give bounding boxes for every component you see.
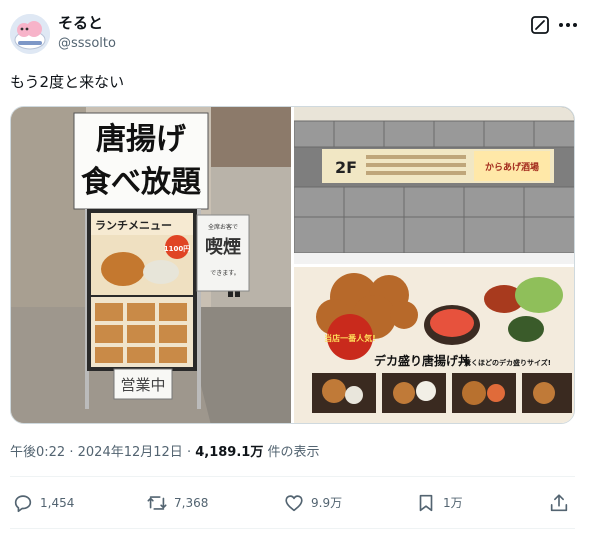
media-grid: 唐揚げ 食べ放題 ランチメニュー 1100円 全席お客で 喫煙 できます。 営業… (10, 106, 575, 424)
tweet-meta: 午後0:22 · 2024年12月12日 · 4,189.1万 件の表示 (10, 445, 319, 461)
display-name[interactable]: そると (58, 14, 103, 32)
share-icon (550, 494, 568, 512)
poster-title: デカ盛り唐揚げ丼 (374, 353, 470, 368)
stair-shop: からあげ酒場 (485, 161, 539, 173)
poster-subtitle: 驚くほどのデカ盛りサイズ! (463, 358, 551, 367)
view-label: 件の表示 (267, 445, 320, 460)
heart-icon (285, 495, 303, 512)
like-count: 9.9万 (311, 496, 343, 510)
like-button[interactable]: 9.9万 (283, 490, 342, 516)
more-icon[interactable] (557, 15, 579, 35)
meta-separator: · (69, 445, 74, 460)
bookmark-button[interactable]: 1万 (415, 490, 463, 516)
smoking-board-bottom: できます。 (210, 270, 239, 277)
tweet-text: もう2度と来ない (10, 73, 125, 91)
bookmark-count: 1万 (443, 496, 463, 510)
poster-badge: 当店一番人気! (324, 333, 376, 343)
repost-count: 7,368 (174, 496, 209, 510)
tweet-time[interactable]: 午後0:22 (10, 445, 65, 460)
menu-price: 1100円 (164, 245, 190, 253)
menu-heading: ランチメニュー (95, 219, 172, 232)
bookmark-icon (419, 494, 433, 512)
street-sign-photo[interactable]: 唐揚げ 食べ放題 ランチメニュー 1100円 全席お客で 喫煙 できます。 営業… (11, 107, 291, 423)
stair-sign-photo[interactable]: 2F からあげ酒場 (294, 107, 574, 264)
repost-icon (147, 496, 167, 510)
avatar[interactable] (10, 14, 50, 54)
grok-icon[interactable] (530, 15, 550, 35)
divider (10, 528, 575, 529)
sign-title-2: 食べ放題 (81, 165, 201, 200)
tweet-header: そると @sssolto (0, 0, 590, 60)
smoking-board-text: 喫煙 (205, 236, 241, 258)
reply-button[interactable]: 1,454 (12, 490, 74, 516)
open-sign: 営業中 (120, 376, 165, 394)
karaage-bowl-poster-photo[interactable]: 当店一番人気! デカ盛り唐揚げ丼 驚くほどのデカ盛りサイズ! (294, 267, 574, 423)
view-count: 4,189.1万 (195, 445, 264, 460)
user-handle[interactable]: @sssolto (58, 36, 116, 52)
stair-floor: 2F (335, 158, 357, 177)
reply-icon (14, 495, 32, 513)
reply-count: 1,454 (40, 496, 75, 510)
meta-separator: · (186, 445, 192, 460)
sign-title-1: 唐揚げ (96, 122, 187, 157)
smoking-board-top: 全席お客で (208, 223, 238, 231)
share-button[interactable] (548, 490, 570, 516)
repost-button[interactable]: 7,368 (146, 490, 208, 516)
divider (10, 476, 575, 477)
action-bar: 1,454 7,368 9.9万 1万 (0, 490, 590, 516)
tweet-date[interactable]: 2024年12月12日 (78, 445, 183, 460)
